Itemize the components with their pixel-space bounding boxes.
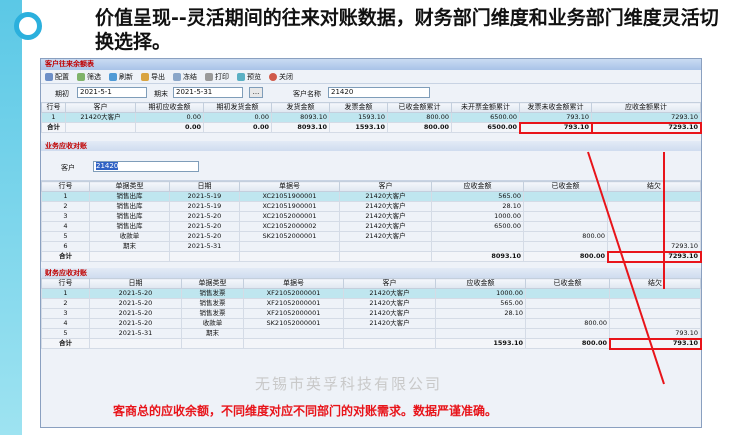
- slide-caption: 客商总的应收余额，不同维度对应不同部门的对账需求。数据严谨准确。: [113, 404, 498, 418]
- highlight-arrows: [587, 151, 665, 385]
- arrow-line-invoice: [587, 151, 665, 385]
